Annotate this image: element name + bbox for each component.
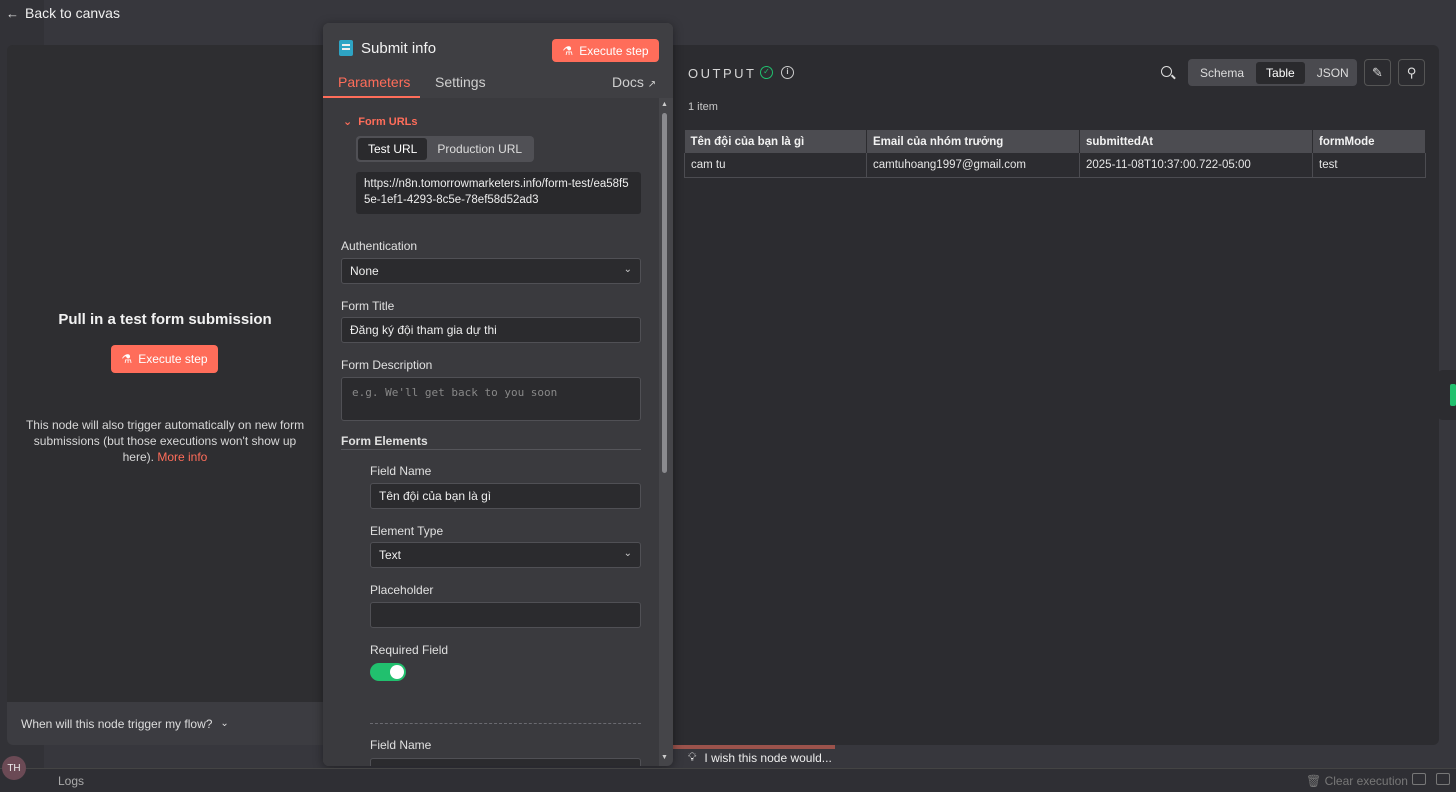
required-field-toggle[interactable]	[370, 663, 406, 681]
form-elements-label: Form Elements	[341, 434, 428, 448]
logs-toggle[interactable]: Logs	[58, 774, 84, 788]
docs-link[interactable]: Docs ↗	[612, 74, 656, 90]
output-view-switch: Schema Table JSON	[1188, 59, 1357, 86]
pin-icon: ⚲	[1406, 64, 1417, 80]
element-divider	[370, 723, 641, 724]
execute-step-label: Execute step	[138, 352, 208, 366]
form-urls-label: Form URLs	[358, 115, 418, 128]
field-name-label: Field Name	[370, 464, 432, 478]
placeholder-label: Placeholder	[370, 583, 434, 597]
flask-icon: ⚗	[121, 352, 133, 366]
table-cell[interactable]: test	[1312, 153, 1426, 178]
feedback-prompt[interactable]: 💡︎ I wish this node would...	[688, 750, 832, 765]
input-panel-description: This node will also trigger automaticall…	[25, 417, 305, 465]
clear-execution-label: Clear execution	[1324, 774, 1408, 788]
info-icon[interactable]: i	[781, 66, 794, 79]
trigger-help-label: When will this node trigger my flow?	[21, 716, 213, 731]
feedback-bar	[673, 745, 835, 749]
output-table: Tên đội của bạn là gì Email của nhóm trư…	[684, 130, 1426, 178]
form-title-label: Form Title	[341, 299, 395, 313]
node-tabs: Parameters Settings Docs ↗	[323, 74, 673, 98]
element-type-label: Element Type	[370, 524, 444, 538]
production-url-tab[interactable]: Production URL	[427, 138, 532, 160]
lightbulb-icon: 💡︎	[688, 750, 697, 764]
chevron-down-icon: ⌄	[343, 116, 353, 128]
output-item-count: 1 item	[688, 101, 718, 113]
form-description-input[interactable]: e.g. We'll get back to you soon	[341, 377, 641, 421]
trash-icon: 🗑︎	[1306, 774, 1322, 788]
scroll-down-icon[interactable]: ▼	[661, 754, 668, 761]
view-table[interactable]: Table	[1256, 61, 1305, 84]
placeholder-input[interactable]	[370, 602, 641, 628]
pin-data-button[interactable]: ⚲	[1398, 59, 1425, 86]
column-header[interactable]: submittedAt	[1079, 130, 1313, 153]
parameters-scrollbar[interactable]: ▲ ▼	[660, 101, 668, 764]
url-type-toggle: Test URL Production URL	[356, 136, 535, 162]
table-cell[interactable]: camtuhoang1997@gmail.com	[866, 153, 1080, 178]
input-panel-title: Pull in a test form submission	[58, 311, 272, 328]
chevron-down-icon: ⌄	[623, 264, 632, 275]
success-check-icon: ✓	[760, 66, 773, 79]
input-panel: Pull in a test form submission ⚗ Execute…	[7, 45, 323, 745]
execute-step-button[interactable]: ⚗ Execute step	[552, 39, 659, 62]
output-title: OUTPUT	[688, 66, 757, 81]
node-parameters-panel: Submit info ⚗ Execute step Parameters Se…	[323, 23, 673, 766]
back-to-canvas-link[interactable]: ← Back to canvas	[6, 5, 120, 21]
form-url-display[interactable]: https://n8n.tomorrowmarketers.info/form-…	[356, 172, 641, 214]
column-header[interactable]: formMode	[1312, 130, 1426, 153]
scroll-up-icon[interactable]: ▲	[661, 101, 668, 108]
right-edge-handle[interactable]	[1437, 370, 1456, 420]
authentication-value: None	[350, 264, 379, 278]
authentication-label: Authentication	[341, 239, 418, 253]
back-to-canvas-label: Back to canvas	[25, 5, 120, 21]
pencil-icon: ✎	[1372, 64, 1383, 80]
tab-parameters[interactable]: Parameters	[338, 74, 410, 90]
form-description-label: Form Description	[341, 358, 433, 372]
table-cell[interactable]: cam tu	[684, 153, 867, 178]
execute-step-label: Execute step	[579, 43, 649, 58]
view-schema[interactable]: Schema	[1190, 62, 1254, 84]
field-name-input-2[interactable]	[370, 758, 641, 766]
scroll-thumb[interactable]	[662, 113, 667, 473]
search-icon[interactable]	[1161, 66, 1172, 77]
arrow-left-icon: ←	[6, 5, 19, 21]
bottom-bar	[0, 768, 1456, 792]
test-url-tab[interactable]: Test URL	[358, 138, 428, 160]
avatar[interactable]: TH	[2, 756, 26, 780]
column-header[interactable]: Email của nhóm trưởng	[866, 130, 1080, 153]
collapse-icon[interactable]	[1436, 773, 1450, 785]
authentication-select[interactable]: None ⌄	[341, 258, 641, 284]
form-urls-section-toggle[interactable]: ⌄ Form URLs	[343, 115, 418, 129]
input-execute-step-button[interactable]: ⚗ Execute step	[111, 345, 218, 373]
docs-label: Docs	[612, 74, 644, 90]
view-json[interactable]: JSON	[1307, 62, 1359, 84]
external-link-icon: ↗	[647, 79, 657, 90]
element-type-value: Text	[379, 548, 402, 562]
panel-layout-icon[interactable]	[1412, 773, 1426, 785]
node-title[interactable]: Submit info	[361, 40, 436, 57]
chevron-down-icon: ⌄	[623, 548, 632, 559]
form-title-input[interactable]: Đăng ký đội tham gia dự thi	[341, 317, 641, 343]
clear-execution-button[interactable]: 🗑︎ Clear execution	[1306, 774, 1408, 788]
required-field-label: Required Field	[370, 643, 449, 657]
table-header-row: Tên đội của bạn là gì Email của nhóm trư…	[684, 130, 1426, 153]
feedback-label: I wish this node would...	[704, 750, 832, 765]
table-cell[interactable]: 2025-11-08T10:37:00.722-05:00	[1079, 153, 1313, 178]
table-row: cam tu camtuhoang1997@gmail.com 2025-11-…	[684, 153, 1426, 178]
node-header: Submit info ⚗ Execute step Parameters Se…	[323, 23, 673, 98]
field-name-input[interactable]: Tên đội của bạn là gì	[370, 483, 641, 509]
flask-icon: ⚗	[562, 43, 574, 58]
tab-settings[interactable]: Settings	[435, 74, 486, 90]
element-type-select[interactable]: Text ⌄	[370, 542, 641, 568]
chevron-down-icon: ⌄	[220, 718, 229, 729]
form-node-icon	[339, 40, 353, 56]
field-name-label-2: Field Name	[370, 738, 432, 752]
trigger-help-toggle[interactable]: When will this node trigger my flow? ⌄	[7, 702, 323, 745]
divider	[341, 449, 641, 450]
edit-output-button[interactable]: ✎	[1364, 59, 1391, 86]
column-header[interactable]: Tên đội của bạn là gì	[684, 130, 867, 153]
more-info-link[interactable]: More info	[157, 450, 207, 464]
